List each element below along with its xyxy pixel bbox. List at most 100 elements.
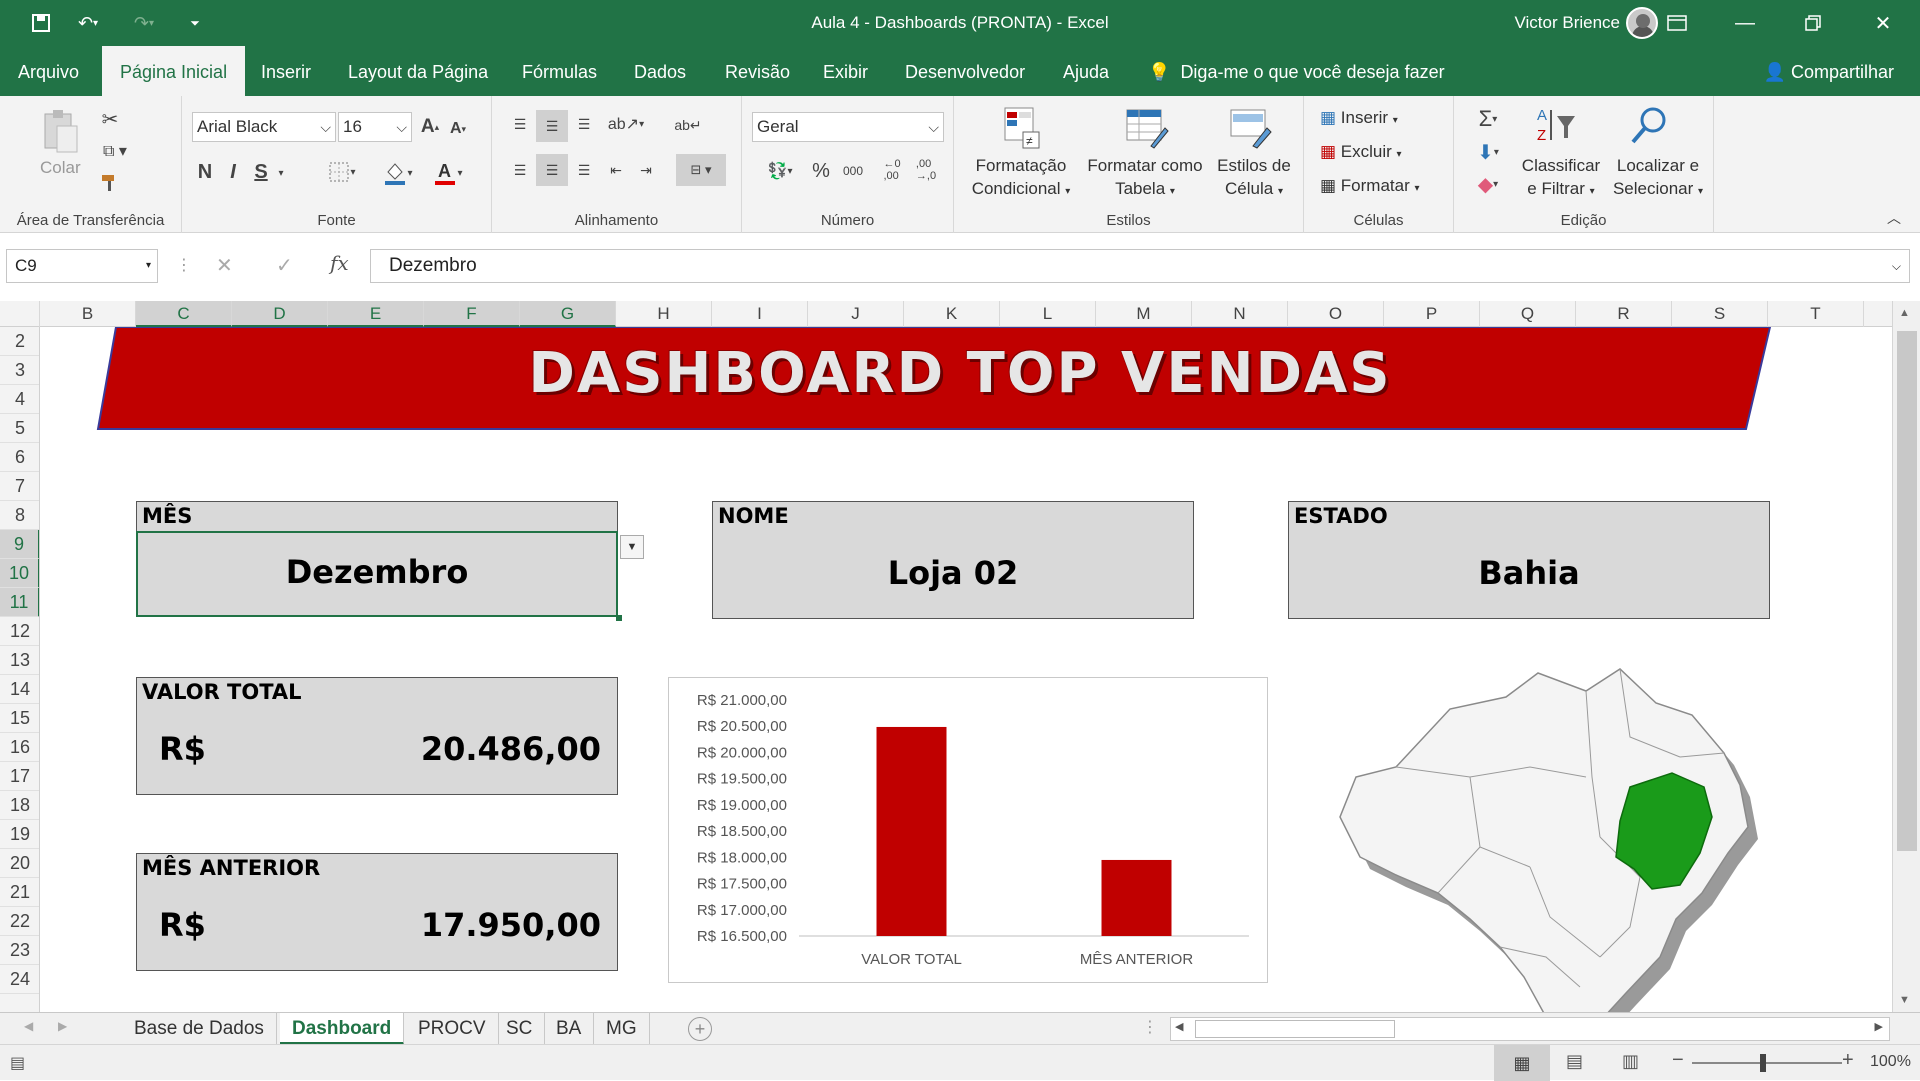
- row-header[interactable]: 21: [0, 878, 39, 907]
- percent-button[interactable]: %: [808, 156, 834, 186]
- align-top-icon[interactable]: ☰: [506, 110, 534, 138]
- delete-cells-button[interactable]: ▦ Excluir ▾: [1320, 140, 1402, 166]
- format-as-table-button[interactable]: Formatar como Tabela ▾: [1080, 154, 1210, 203]
- worksheet[interactable]: DASHBOARD TOP VENDAS MÊS Dezembro ▼ NOME…: [40, 327, 1892, 1012]
- horizontal-scrollbar[interactable]: ◀ ▶: [1170, 1017, 1890, 1041]
- sheet-tab-sc[interactable]: SC: [494, 1013, 546, 1045]
- vertical-scroll-thumb[interactable]: [1897, 331, 1917, 851]
- row-header[interactable]: 12: [0, 617, 39, 646]
- new-sheet-button[interactable]: +: [688, 1017, 712, 1041]
- italic-button[interactable]: I: [222, 158, 244, 186]
- column-header[interactable]: H: [616, 301, 712, 327]
- vertical-scrollbar[interactable]: ▲ ▼: [1892, 301, 1920, 1012]
- column-header[interactable]: F: [424, 301, 520, 327]
- close-icon[interactable]: ✕: [1860, 6, 1906, 40]
- fill-color-icon[interactable]: ▾: [376, 158, 420, 188]
- cell-styles-icon[interactable]: [1228, 104, 1274, 152]
- borders-icon[interactable]: ▾: [320, 158, 364, 186]
- column-header[interactable]: K: [904, 301, 1000, 327]
- sort-filter-icon[interactable]: AZ: [1534, 104, 1580, 148]
- fill-handle[interactable]: [616, 615, 622, 621]
- tab-formulas[interactable]: Fórmulas: [504, 46, 615, 96]
- insert-function-icon[interactable]: fx: [330, 251, 349, 275]
- column-header[interactable]: N: [1192, 301, 1288, 327]
- column-header[interactable]: R: [1576, 301, 1672, 327]
- tab-arquivo[interactable]: Arquivo: [0, 46, 97, 96]
- scroll-tabs-left-icon[interactable]: ◀: [24, 1019, 33, 1033]
- format-cells-button[interactable]: ▦ Formatar ▾: [1320, 174, 1420, 200]
- conditional-formatting-icon[interactable]: ≠: [998, 104, 1044, 152]
- page-break-preview-icon[interactable]: ▥: [1622, 1051, 1639, 1072]
- sort-filter-button[interactable]: Classificar e Filtrar ▾: [1514, 154, 1608, 203]
- sheet-tab-procv[interactable]: PROCV: [406, 1013, 499, 1045]
- underline-button[interactable]: S: [250, 158, 272, 186]
- minimize-icon[interactable]: —: [1722, 6, 1768, 40]
- row-header[interactable]: 4: [0, 385, 39, 414]
- increase-indent-icon[interactable]: ⇥: [632, 156, 660, 184]
- clear-icon[interactable]: ◆ ▾: [1468, 170, 1508, 198]
- zoom-in-icon[interactable]: +: [1842, 1049, 1854, 1072]
- tab-layout-da-pagina[interactable]: Layout da Página: [330, 46, 506, 96]
- column-header[interactable]: E: [328, 301, 424, 327]
- column-header[interactable]: M: [1096, 301, 1192, 327]
- row-header[interactable]: 17: [0, 762, 39, 791]
- row-header[interactable]: 8: [0, 501, 39, 530]
- tell-me-box[interactable]: 💡 Diga-me o que você deseja fazer: [1148, 46, 1445, 96]
- format-painter-icon[interactable]: [96, 170, 124, 196]
- decrease-font-icon[interactable]: A ▾: [446, 116, 470, 142]
- restore-icon[interactable]: [1790, 6, 1836, 40]
- column-header[interactable]: Q: [1480, 301, 1576, 327]
- paste-button[interactable]: Colar: [40, 156, 81, 179]
- row-header[interactable]: 20: [0, 849, 39, 878]
- tab-desenvolvedor[interactable]: Desenvolvedor: [887, 46, 1043, 96]
- ribbon-display-options-icon[interactable]: [1654, 6, 1700, 40]
- row-header[interactable]: 13: [0, 646, 39, 675]
- column-header[interactable]: C: [136, 301, 232, 327]
- number-format-select[interactable]: Geral ⌵: [752, 112, 944, 142]
- row-header[interactable]: 22: [0, 907, 39, 936]
- column-header[interactable]: T: [1768, 301, 1864, 327]
- conditional-formatting-button[interactable]: Formatação Condicional ▾: [956, 154, 1086, 203]
- bold-button[interactable]: N: [194, 158, 216, 186]
- tab-dados[interactable]: Dados: [616, 46, 704, 96]
- wrap-text-icon[interactable]: ab↵: [672, 110, 704, 140]
- brazil-map[interactable]: [1300, 657, 1800, 1012]
- column-header[interactable]: S: [1672, 301, 1768, 327]
- thousands-separator-button[interactable]: 000: [838, 156, 868, 186]
- tab-pagina-inicial[interactable]: Página Inicial: [102, 46, 246, 96]
- row-header[interactable]: 11: [0, 588, 39, 617]
- row-header[interactable]: 9: [0, 530, 39, 559]
- row-header[interactable]: 6: [0, 443, 39, 472]
- horizontal-scroll-thumb[interactable]: [1195, 1020, 1395, 1038]
- row-header[interactable]: 24: [0, 965, 39, 994]
- font-name-select[interactable]: Arial Black ⌵: [192, 112, 336, 142]
- row-header[interactable]: 14: [0, 675, 39, 704]
- row-header[interactable]: 3: [0, 356, 39, 385]
- expand-formula-bar-icon[interactable]: ⌵: [1892, 250, 1901, 282]
- share-button[interactable]: 👤 Compartilhar: [1764, 46, 1894, 96]
- zoom-slider[interactable]: [1692, 1054, 1842, 1072]
- paste-icon[interactable]: [38, 106, 84, 156]
- row-header[interactable]: 5: [0, 414, 39, 443]
- select-all-corner[interactable]: [0, 301, 40, 327]
- zoom-out-icon[interactable]: −: [1672, 1049, 1684, 1072]
- row-header[interactable]: 15: [0, 704, 39, 733]
- font-size-select[interactable]: 16 ⌵: [338, 112, 412, 142]
- scroll-up-icon[interactable]: ▲: [1899, 307, 1910, 319]
- sheet-tab-dashboard[interactable]: Dashboard: [280, 1013, 405, 1045]
- row-header[interactable]: 18: [0, 791, 39, 820]
- row-header[interactable]: 10: [0, 559, 39, 588]
- align-center-icon[interactable]: ☰: [536, 154, 568, 186]
- zoom-slider-thumb[interactable]: [1760, 1054, 1766, 1072]
- sheet-tab-ba[interactable]: BA: [544, 1013, 595, 1045]
- fill-icon[interactable]: ⬇ ▾: [1468, 138, 1508, 166]
- find-select-icon[interactable]: [1626, 104, 1672, 148]
- month-dropdown-button[interactable]: ▼: [620, 535, 644, 559]
- column-header[interactable]: I: [712, 301, 808, 327]
- scroll-right-icon[interactable]: ▶: [1875, 1020, 1883, 1033]
- user-name[interactable]: Victor Brience: [1514, 13, 1620, 33]
- tab-ajuda[interactable]: Ajuda: [1045, 46, 1127, 96]
- zoom-level[interactable]: 100%: [1870, 1053, 1911, 1071]
- column-header[interactable]: J: [808, 301, 904, 327]
- collapse-ribbon-icon[interactable]: ︿: [1884, 208, 1904, 228]
